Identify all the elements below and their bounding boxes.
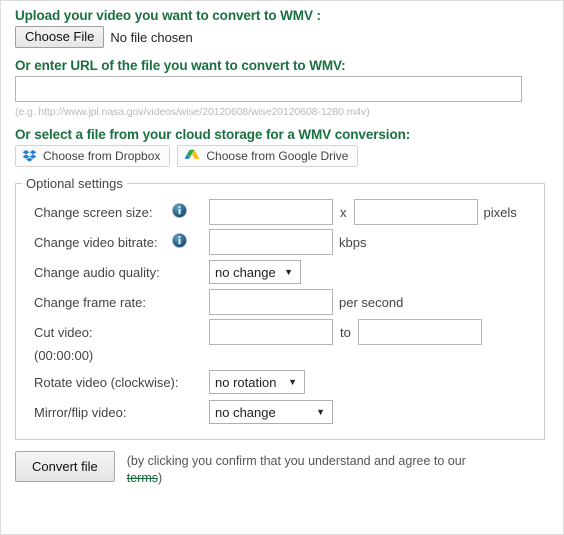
terms-disclaimer: (by clicking you confirm that you unders… [127,451,487,487]
dropbox-button-label: Choose from Dropbox [43,149,161,163]
setting-row-bitrate: Change video bitrate: kbps [16,227,544,257]
url-input[interactable] [15,76,522,102]
setting-row-audio-quality: Change audio quality: no change ▼ [16,257,544,287]
mirror-label-text: Mirror/flip video: [34,404,127,420]
screen-size-label: Change screen size: [34,203,209,221]
optional-settings-fieldset: Optional settings Change screen size: x … [15,176,545,440]
rotate-label: Rotate video (clockwise): [34,375,209,390]
choose-file-button[interactable]: Choose File [15,26,105,48]
setting-row-rotate: Rotate video (clockwise): no rotation ▼ [16,367,544,397]
mirror-label: Mirror/flip video: [34,405,209,420]
mirror-select[interactable]: no change [209,400,333,424]
choose-from-dropbox-button[interactable]: Choose from Dropbox [15,145,171,167]
terms-suffix-text: ) [158,471,163,485]
screen-width-input[interactable] [209,199,333,225]
screen-size-label-text: Change screen size: [34,204,153,220]
audio-quality-label: Change audio quality: [34,265,209,280]
url-example-hint: (e.g. http://www.jpl.nasa.gov/videos/wis… [15,106,370,118]
terms-link[interactable]: terms [127,471,158,485]
cut-video-label-text: Cut video: [34,324,93,340]
dropbox-icon [22,149,37,163]
frame-rate-input[interactable] [209,289,333,315]
cloud-heading: Or select a file from your cloud storage… [15,127,411,142]
terms-prefix-text: (by clicking you confirm that you unders… [126,454,466,468]
google-drive-icon [184,149,200,163]
bitrate-input[interactable] [209,229,333,255]
convert-row: Convert file (by clicking you confirm th… [15,451,549,487]
bitrate-label: Change video bitrate: [34,233,209,251]
file-upload-row: Choose File No file chosen [15,26,549,48]
google-drive-button-label: Choose from Google Drive [206,149,349,163]
cut-start-input[interactable] [209,319,333,345]
bitrate-label-text: Change video bitrate: [34,234,158,250]
setting-row-mirror: Mirror/flip video: no change ▼ [16,397,544,427]
info-icon[interactable] [172,203,187,221]
url-heading: Or enter URL of the file you want to con… [15,58,346,73]
rotate-select[interactable]: no rotation [209,370,305,394]
info-icon[interactable] [172,233,187,251]
frame-rate-label-text: Change frame rate: [34,294,147,310]
optional-settings-legend: Optional settings [26,176,123,191]
choose-from-google-drive-button[interactable]: Choose from Google Drive [177,145,359,167]
frame-rate-label: Change frame rate: [34,295,209,310]
cut-end-input[interactable] [357,319,482,345]
upload-heading: Upload your video you want to convert to… [15,8,321,23]
audio-quality-label-text: Change audio quality: [34,264,160,280]
converter-page: Upload your video you want to convert to… [0,0,564,535]
cut-video-label: Cut video: [34,325,209,340]
no-file-chosen-label: No file chosen [110,29,193,45]
setting-row-frame-rate: Change frame rate: per second [16,287,544,317]
bitrate-unit: kbps [339,234,367,250]
cut-video-format-note: (00:00:00) [34,348,94,363]
rotate-label-text: Rotate video (clockwise): [34,374,179,390]
screen-size-unit: pixels [483,204,517,220]
setting-row-screen-size: Change screen size: x pixels [16,197,544,227]
rotate-select-wrap: no rotation ▼ [209,370,305,394]
setting-row-cut-video: Cut video: to [16,317,544,347]
screen-size-separator: x [340,204,347,220]
cut-video-separator: to [340,324,351,340]
screen-height-input[interactable] [353,199,478,225]
audio-quality-select-wrap: no change ▼ [209,260,301,284]
audio-quality-select[interactable]: no change [209,260,301,284]
cloud-buttons-row: Choose from Dropbox Choose from Google D… [15,145,549,167]
mirror-select-wrap: no change ▼ [209,400,333,424]
frame-rate-unit: per second [339,294,404,310]
convert-file-button[interactable]: Convert file [15,451,115,482]
